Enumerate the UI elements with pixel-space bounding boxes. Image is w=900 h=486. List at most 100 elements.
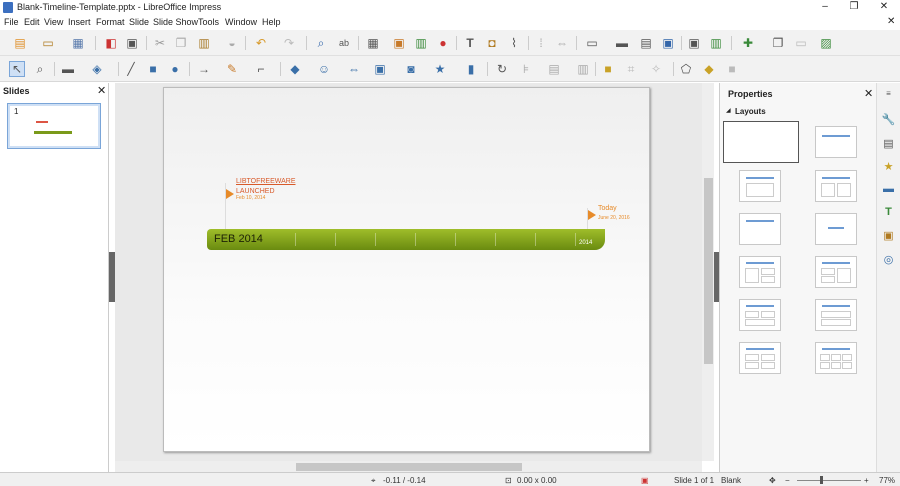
toggle-extrusion-icon[interactable]: ■ [724,61,740,77]
filter-icon[interactable]: ✧ [648,61,664,77]
menu-window[interactable]: Window [225,17,257,27]
ellipse-icon[interactable]: ● [167,61,183,77]
cut-icon[interactable]: ✂ [152,35,168,51]
line-icon[interactable]: ╱ [123,61,139,77]
layout-title-content-2-content[interactable] [815,256,857,288]
master-slide-name[interactable]: Blank [721,476,741,485]
new-slide-icon[interactable]: ✚ [740,35,756,51]
zoom-slider[interactable] [797,480,861,481]
crop-icon[interactable]: ⌗ [623,61,639,77]
undo-icon[interactable]: ↶ [253,35,269,51]
3d-objects-icon[interactable]: ▮ [463,61,479,77]
shadow-icon[interactable]: ■ [600,61,616,77]
menu-help[interactable]: Help [262,17,281,27]
slide-transition-icon[interactable]: ▤ [880,135,897,152]
menu-edit[interactable]: Edit [24,17,40,27]
menu-format[interactable]: Format [96,17,125,27]
layout-title-2-content-over[interactable] [739,299,781,331]
slide-canvas[interactable]: LIBTOFREEWARE LAUNCHED Feb 10, 2014 Toda… [163,87,650,452]
fill-color-icon[interactable]: ◈ [89,61,105,77]
helplines-icon[interactable]: ⇔ [554,35,570,51]
points-icon[interactable]: ⬠ [678,61,694,77]
flowchart-icon[interactable]: ▣ [372,61,388,77]
copy-icon[interactable]: ❐ [173,35,189,51]
close-document-button[interactable]: ✕ [887,16,895,27]
minimize-button[interactable]: – [810,0,840,15]
start-first-slide-icon[interactable]: ▣ [686,35,702,51]
find-replace-icon[interactable]: ⌕ [313,35,329,51]
paste-icon[interactable]: ▥ [196,35,212,51]
navigator-icon[interactable]: ◎ [880,251,897,268]
connectors-icon[interactable]: ⌐ [253,61,269,77]
gallery-icon[interactable]: ▣ [880,227,897,244]
vertical-scroll-thumb[interactable] [704,178,713,364]
rotate-icon[interactable]: ↻ [494,61,510,77]
properties-close-button[interactable]: ✕ [864,87,873,100]
zoom-out-button[interactable]: − [785,476,790,485]
maximize-button[interactable]: ❐ [839,0,869,15]
slide-layout-icon[interactable]: ▨ [818,35,834,51]
animation-star-icon[interactable]: ★ [880,158,897,175]
new-icon[interactable]: ▤ [12,35,28,51]
timeline-bar[interactable]: FEB 2014 2014 [207,229,605,250]
text-box-icon[interactable]: T [462,35,478,51]
fit-slide-icon[interactable]: ✥ [769,476,776,485]
master-slides-icon[interactable]: ▬ [880,180,897,197]
document-modified-icon[interactable]: ▣ [641,476,649,485]
save-icon[interactable]: ▦ [70,35,86,51]
menu-view[interactable]: View [44,17,63,27]
lines-arrows-icon[interactable]: → [196,61,212,77]
curves-icon[interactable]: ✎ [224,61,240,77]
zoom-in-button[interactable]: + [864,476,869,485]
line-color-icon[interactable]: ▬ [60,61,76,77]
hyperlink-icon[interactable]: ⌇ [506,35,522,51]
slide-sorter-icon[interactable]: ▣ [660,35,676,51]
rectangle-icon[interactable]: ■ [145,61,161,77]
zoom-pan-icon[interactable]: ⌕ [32,61,48,77]
table-icon[interactable]: ▦ [365,35,381,51]
event1-title[interactable]: LIBTOFREEWARE [236,178,296,185]
distribute-icon[interactable]: ▥ [575,61,591,77]
zoom-level[interactable]: 77% [879,476,895,485]
layout-centered-text[interactable] [815,213,857,245]
chart-icon[interactable]: ▥ [413,35,429,51]
slide-thumbnail[interactable] [7,103,101,149]
layout-title-2-content-content[interactable] [739,256,781,288]
basic-shapes-icon[interactable]: ◆ [287,61,303,77]
layouts-section-title[interactable]: Layouts [735,107,766,116]
layout-title-two-content[interactable] [815,170,857,202]
grid-icon[interactable]: ⁞ [533,35,549,51]
layout-title-only[interactable] [815,126,857,158]
horizontal-scroll-thumb[interactable] [296,463,522,471]
duplicate-slide-icon[interactable]: ❐ [770,35,786,51]
slides-pane-close-button[interactable]: ✕ [97,84,106,97]
layout-title-4-content[interactable] [739,342,781,374]
menu-slide-show[interactable]: Slide Show [153,17,198,27]
event1-subtitle[interactable]: LAUNCHED [236,188,275,195]
fontwork-icon[interactable]: ◘ [484,35,500,51]
media-icon[interactable]: ● [435,35,451,51]
menu-tools[interactable]: Tools [198,17,219,27]
clone-formatting-icon[interactable]: ◒ [224,35,240,51]
properties-wrench-icon[interactable]: 🔧 [880,111,897,128]
sidebar-menu-icon[interactable]: ≡ [880,85,897,102]
close-button[interactable]: ✕ [869,0,899,15]
callouts-icon[interactable]: ◙ [403,61,419,77]
layout-title-content-over-content[interactable] [815,299,857,331]
block-arrows-icon[interactable]: ⇔ [346,61,362,77]
delete-slide-icon[interactable]: ▭ [793,35,809,51]
layout-title-slide[interactable] [739,213,781,245]
export-pdf-icon[interactable]: ◧ [103,35,119,51]
redo-icon[interactable]: ↷ [281,35,297,51]
spelling-icon[interactable]: ab [336,35,352,51]
master-slide-icon[interactable]: ▬ [614,35,630,51]
layout-blank[interactable] [723,121,799,163]
event1-date[interactable]: Feb 10, 2014 [236,195,265,201]
image-icon[interactable]: ▣ [391,35,407,51]
menu-insert[interactable]: Insert [68,17,91,27]
layout-title-6-content[interactable] [815,342,857,374]
arrange-icon[interactable]: ▤ [546,61,562,77]
menu-file[interactable]: File [4,17,19,27]
menu-slide[interactable]: Slide [129,17,149,27]
glue-points-icon[interactable]: ◆ [701,61,717,77]
